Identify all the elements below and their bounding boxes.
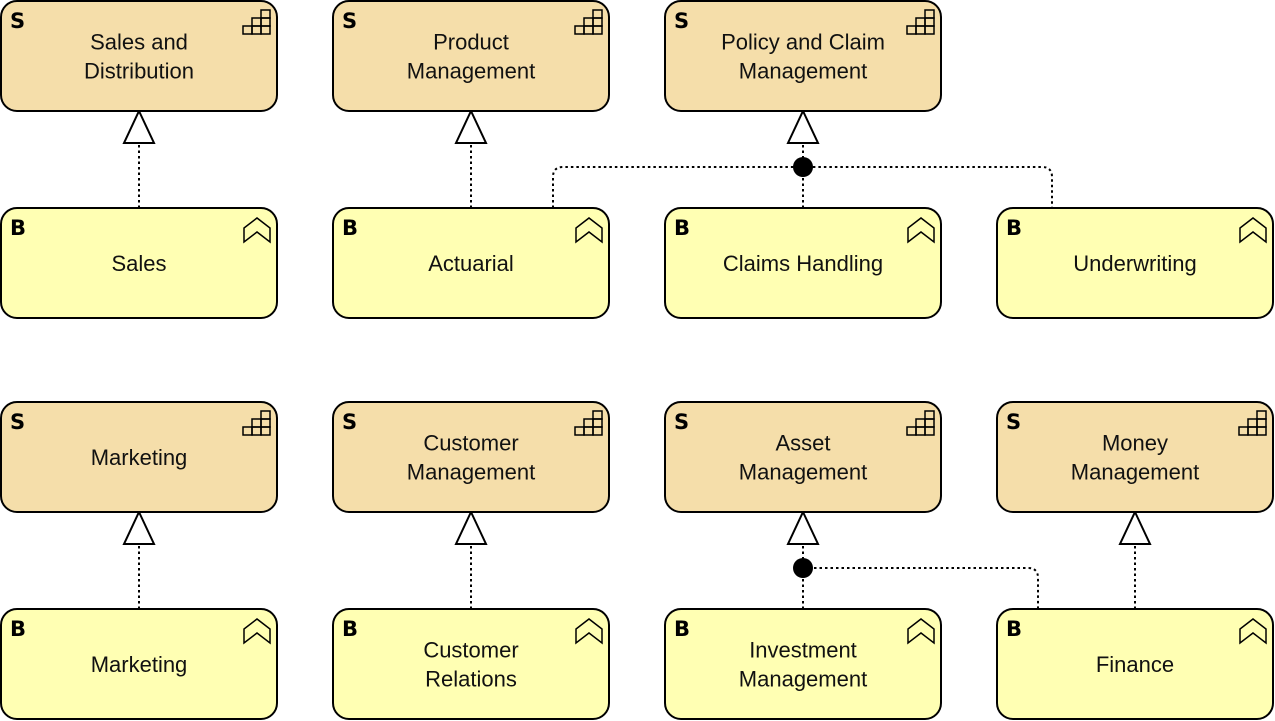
capability-money-management[interactable]: S Money Management [996, 401, 1274, 513]
capability-asset-management[interactable]: S Asset Management [664, 401, 942, 513]
element-label-line: Claims Handling [723, 251, 883, 276]
element-box[interactable] [332, 608, 610, 720]
business-function-customer-relations[interactable]: B Customer Relations [332, 608, 610, 720]
junction-dot[interactable] [793, 558, 813, 578]
element-label-line: Distribution [84, 59, 194, 84]
capability-policy-and-claim-management[interactable]: S Policy and Claim Management [664, 0, 942, 112]
element-box[interactable] [664, 0, 942, 112]
element-type-letter: B [1006, 617, 1022, 641]
element-label-line: Customer [423, 638, 518, 663]
element-label-line: Actuarial [428, 251, 514, 276]
element-label-line: Management [407, 460, 535, 485]
element-box[interactable] [664, 401, 942, 513]
element-box[interactable] [332, 0, 610, 112]
element-label-line: Sales and [90, 30, 188, 55]
business-function-finance[interactable]: B Finance [996, 608, 1274, 720]
element-type-letter: S [342, 9, 357, 33]
element-type-letter: S [1006, 410, 1021, 434]
element-type-letter: S [342, 410, 357, 434]
junction-dot[interactable] [793, 157, 813, 177]
element-label-line: Management [407, 59, 535, 84]
element-type-letter: B [1006, 216, 1022, 240]
element-label-line: Finance [1096, 652, 1174, 677]
element-label-line: Management [739, 460, 867, 485]
realization-line[interactable] [803, 567, 1039, 609]
capability-sales-and-distribution[interactable]: S Sales and Distribution [0, 0, 278, 112]
element-box[interactable] [332, 401, 610, 513]
realization-arrowhead-icon [1118, 509, 1152, 545]
element-label-line: Marketing [91, 445, 188, 470]
element-label-line: Management [739, 59, 867, 84]
realization-arrowhead-icon [454, 509, 488, 545]
relationships-layer [122, 108, 1152, 609]
business-function-underwriting[interactable]: B Underwriting [996, 207, 1274, 319]
element-label-line: Product [433, 30, 509, 55]
business-function-actuarial[interactable]: B Actuarial [332, 207, 610, 319]
archimate-diagram: S Sales and Distribution S Product Management… [0, 0, 1274, 720]
element-label-line: Customer [423, 431, 518, 456]
realization-arrowhead-icon [122, 509, 156, 545]
element-label-line: Underwriting [1073, 251, 1197, 276]
element-label-line: Marketing [91, 652, 188, 677]
element-type-letter: S [674, 410, 689, 434]
realization-arrowhead-icon [454, 108, 488, 144]
element-type-letter: S [10, 9, 25, 33]
element-label-line: Management [1071, 460, 1199, 485]
realization-arrowhead-icon [786, 108, 820, 144]
capability-customer-management[interactable]: S Customer Management [332, 401, 610, 513]
elements-layer: S Sales and Distribution S Product Management… [0, 0, 1274, 720]
realization-arrowhead-icon [786, 509, 820, 545]
business-function-investment-management[interactable]: B Investment Management [664, 608, 942, 720]
element-type-letter: B [342, 617, 358, 641]
element-label-line: Sales [111, 251, 166, 276]
element-label-line: Asset [775, 431, 830, 456]
realization-arrowhead-icon [122, 108, 156, 144]
element-label-line: Investment [749, 638, 857, 663]
business-function-marketing[interactable]: B Marketing [0, 608, 278, 720]
element-label-line: Policy and Claim [721, 30, 885, 55]
element-type-letter: S [10, 410, 25, 434]
element-type-letter: B [674, 216, 690, 240]
business-function-claims-handling[interactable]: B Claims Handling [664, 207, 942, 319]
element-type-letter: S [674, 9, 689, 33]
element-label-line: Money [1102, 431, 1168, 456]
element-box[interactable] [0, 0, 278, 112]
business-function-sales[interactable]: B Sales [0, 207, 278, 319]
element-type-letter: B [10, 617, 26, 641]
capability-product-management[interactable]: S Product Management [332, 0, 610, 112]
element-type-letter: B [10, 216, 26, 240]
element-box[interactable] [996, 401, 1274, 513]
element-box[interactable] [664, 608, 942, 720]
element-label-line: Relations [425, 667, 517, 692]
element-type-letter: B [342, 216, 358, 240]
element-type-letter: B [674, 617, 690, 641]
capability-marketing[interactable]: S Marketing [0, 401, 278, 513]
element-label-line: Management [739, 667, 867, 692]
